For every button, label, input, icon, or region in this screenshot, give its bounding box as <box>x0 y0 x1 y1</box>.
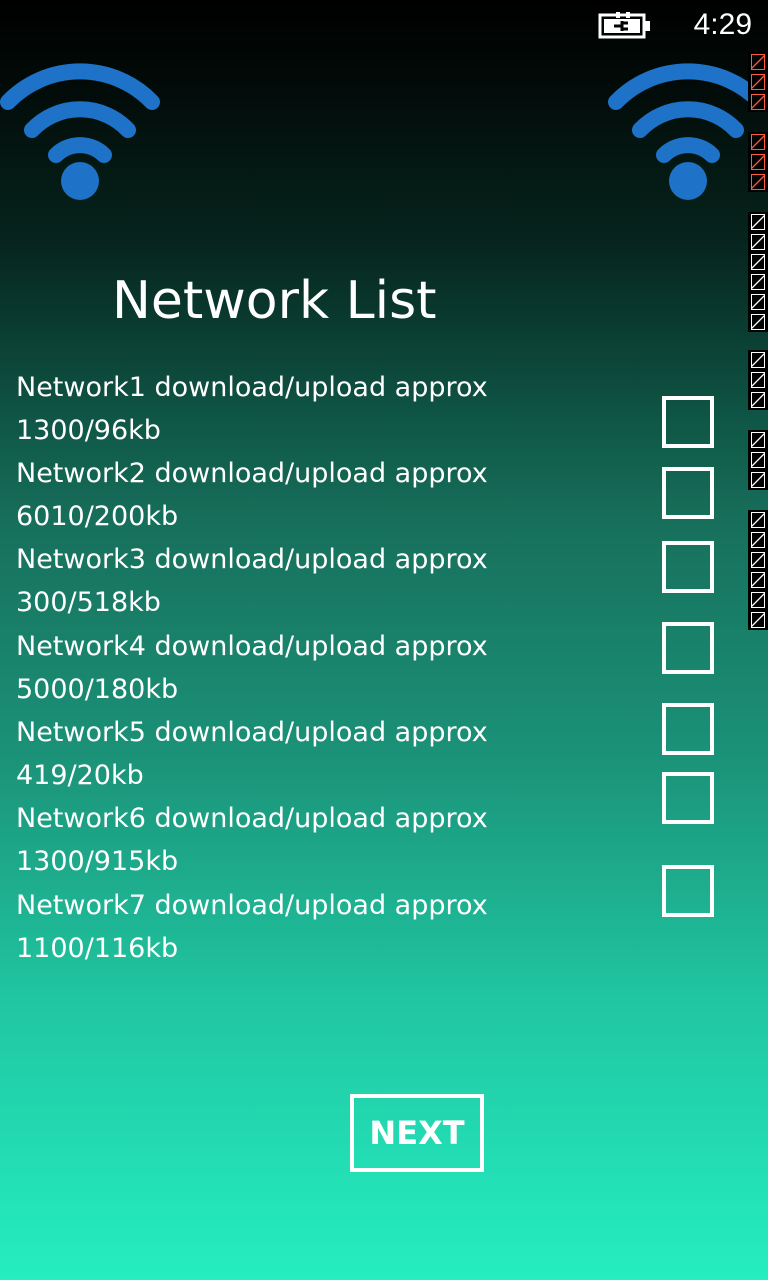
frame-counter <box>748 510 768 630</box>
network-description: Network1 download/upload approx <box>16 372 488 403</box>
app-screen: 4:29 Network List Network1 download/uplo… <box>0 0 768 1280</box>
list-item-network2: Network2 download/upload approx 6010/200… <box>16 452 556 538</box>
network-speed: 1300/915kb <box>16 846 179 877</box>
status-bar: 4:29 <box>0 0 768 52</box>
wifi-icon <box>0 63 160 200</box>
list-item-network1: Network1 download/upload approx 1300/96k… <box>16 366 556 452</box>
network7-checkbox[interactable] <box>662 865 714 917</box>
network3-checkbox[interactable] <box>662 541 714 593</box>
network-speed: 1300/96kb <box>16 415 161 446</box>
network-description: Network4 download/upload approx <box>16 631 488 662</box>
list-item-network3: Network3 download/upload approx 300/518k… <box>16 538 556 624</box>
network-speed: 300/518kb <box>16 587 161 618</box>
list-item-network4: Network4 download/upload approx 5000/180… <box>16 625 556 711</box>
network-speed: 5000/180kb <box>16 674 179 705</box>
frame-counter <box>748 430 768 490</box>
network-description: Network3 download/upload approx <box>16 544 488 575</box>
network-description: Network6 download/upload approx <box>16 803 488 834</box>
frame-counter <box>748 212 768 332</box>
network-description: Network7 download/upload approx <box>16 890 488 921</box>
list-item-network7: Network7 download/upload approx 1100/116… <box>16 884 556 970</box>
wifi-icon <box>608 63 768 200</box>
frame-counter <box>748 350 768 410</box>
list-item-network5: Network5 download/upload approx 419/20kb <box>16 711 556 797</box>
network-speed: 6010/200kb <box>16 501 179 532</box>
clock: 4:29 <box>693 8 752 41</box>
network-description: Network2 download/upload approx <box>16 458 488 489</box>
next-button[interactable]: NEXT <box>350 1094 484 1172</box>
frame-counter <box>748 52 768 112</box>
network5-checkbox[interactable] <box>662 703 714 755</box>
network4-checkbox[interactable] <box>662 622 714 674</box>
frame-counter <box>748 132 768 192</box>
page-title: Network List <box>112 271 437 331</box>
battery-charging-icon <box>598 12 650 39</box>
network-speed: 1100/116kb <box>16 933 179 964</box>
network-description: Network5 download/upload approx <box>16 717 488 748</box>
network1-checkbox[interactable] <box>662 396 714 448</box>
list-item-network6: Network6 download/upload approx 1300/915… <box>16 797 556 883</box>
network6-checkbox[interactable] <box>662 772 714 824</box>
network2-checkbox[interactable] <box>662 467 714 519</box>
network-speed: 419/20kb <box>16 760 144 791</box>
